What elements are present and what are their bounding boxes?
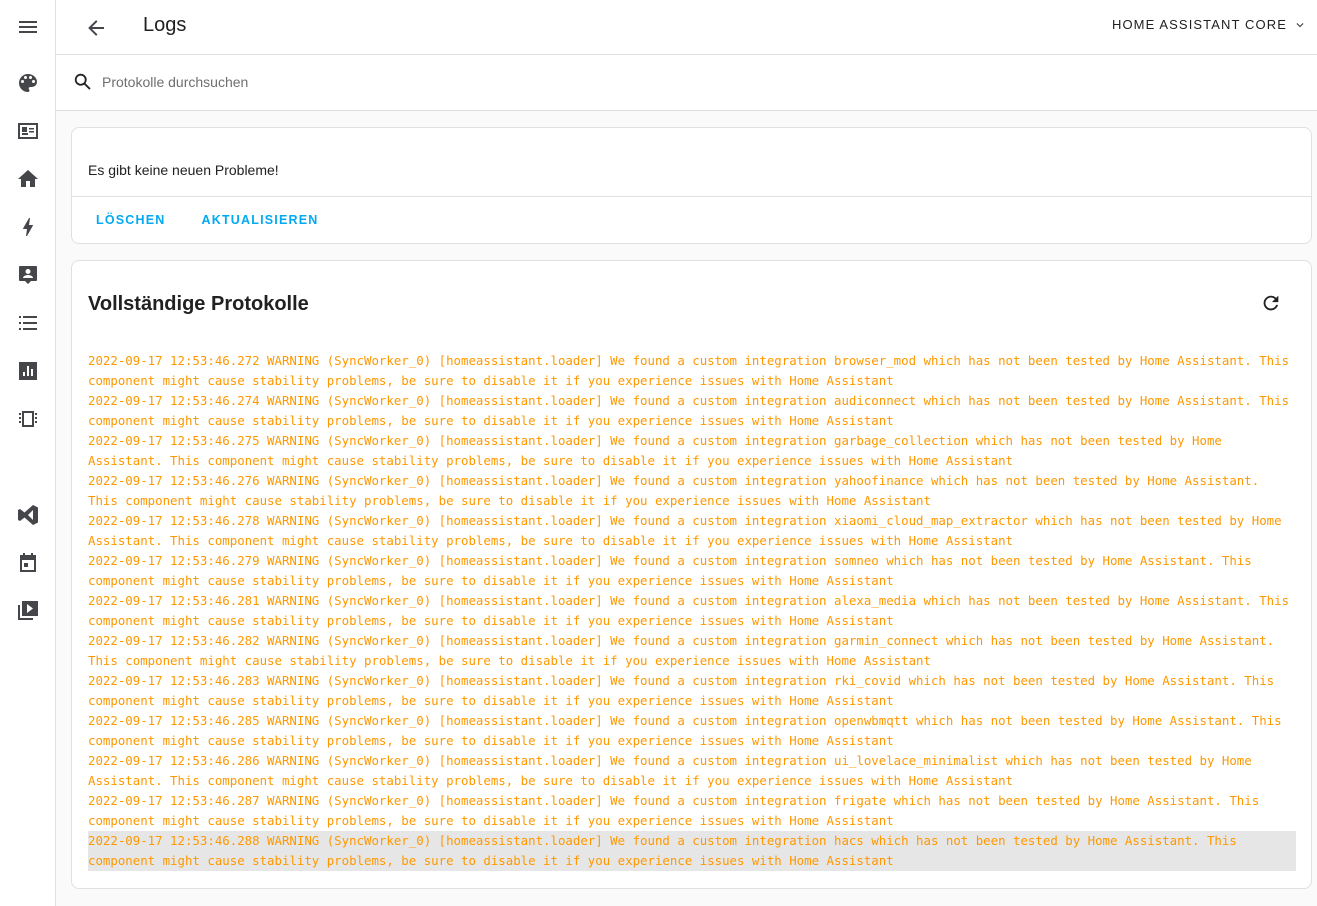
- log-line-highlighted: 2022-09-17 12:53:46.288 WARNING (SyncWor…: [88, 831, 1296, 871]
- card-actions: LÖSCHEN AKTUALISIEREN: [88, 213, 327, 227]
- log-line: 2022-09-17 12:53:46.287 WARNING (SyncWor…: [88, 793, 1267, 828]
- chevron-down-icon: [1296, 22, 1304, 27]
- back-arrow-icon[interactable]: [80, 12, 112, 44]
- log-line: 2022-09-17 12:53:46.276 WARNING (SyncWor…: [88, 473, 1267, 508]
- log-source-select[interactable]: HOME ASSISTANT CORE: [1112, 17, 1307, 32]
- refresh-icon[interactable]: [1259, 291, 1283, 315]
- sidebar: [0, 0, 56, 906]
- vscode-icon[interactable]: [0, 495, 55, 535]
- clear-button[interactable]: LÖSCHEN: [88, 213, 174, 227]
- log-output: 2022-09-17 12:53:46.272 WARNING (SyncWor…: [88, 351, 1296, 871]
- memory-chip-icon[interactable]: [0, 399, 55, 439]
- calendar-icon[interactable]: [0, 543, 55, 583]
- list-icon[interactable]: [0, 303, 55, 343]
- log-line: 2022-09-17 12:53:46.274 WARNING (SyncWor…: [88, 393, 1297, 428]
- log-line: 2022-09-17 12:53:46.282 WARNING (SyncWor…: [88, 633, 1282, 668]
- issues-card: Es gibt keine neuen Probleme! LÖSCHEN AK…: [71, 127, 1312, 244]
- log-line: 2022-09-17 12:53:46.281 WARNING (SyncWor…: [88, 593, 1297, 628]
- search-bar: [56, 55, 1317, 111]
- account-box-icon[interactable]: [0, 255, 55, 295]
- search-input[interactable]: [102, 69, 802, 95]
- palette-icon[interactable]: [0, 63, 55, 103]
- lightning-icon[interactable]: [0, 207, 55, 247]
- top-app-bar: Logs HOME ASSISTANT CORE: [56, 0, 1317, 55]
- log-line: 2022-09-17 12:53:46.283 WARNING (SyncWor…: [88, 673, 1282, 708]
- log-line: 2022-09-17 12:53:46.278 WARNING (SyncWor…: [88, 513, 1290, 548]
- log-line: 2022-09-17 12:53:46.272 WARNING (SyncWor…: [88, 353, 1297, 388]
- home-icon[interactable]: [0, 159, 55, 199]
- search-icon: [72, 71, 94, 93]
- card-divider: [72, 196, 1311, 197]
- full-logs-card: Vollständige Protokolle 2022-09-17 12:53…: [71, 260, 1312, 889]
- chart-icon[interactable]: [0, 351, 55, 391]
- full-logs-title: Vollständige Protokolle: [88, 293, 309, 315]
- refresh-button[interactable]: AKTUALISIEREN: [194, 213, 327, 227]
- media-icon[interactable]: [0, 591, 55, 631]
- log-source-label: HOME ASSISTANT CORE: [1111, 17, 1287, 32]
- page-title: Logs: [143, 14, 187, 36]
- log-line: 2022-09-17 12:53:46.279 WARNING (SyncWor…: [88, 553, 1260, 588]
- no-issues-message: Es gibt keine neuen Probleme!: [88, 162, 279, 178]
- id-card-icon[interactable]: [0, 111, 55, 151]
- log-line: 2022-09-17 12:53:46.285 WARNING (SyncWor…: [88, 713, 1290, 748]
- log-line: 2022-09-17 12:53:46.275 WARNING (SyncWor…: [88, 433, 1230, 468]
- menu-icon[interactable]: [0, 7, 55, 47]
- log-line: 2022-09-17 12:53:46.286 WARNING (SyncWor…: [88, 753, 1260, 788]
